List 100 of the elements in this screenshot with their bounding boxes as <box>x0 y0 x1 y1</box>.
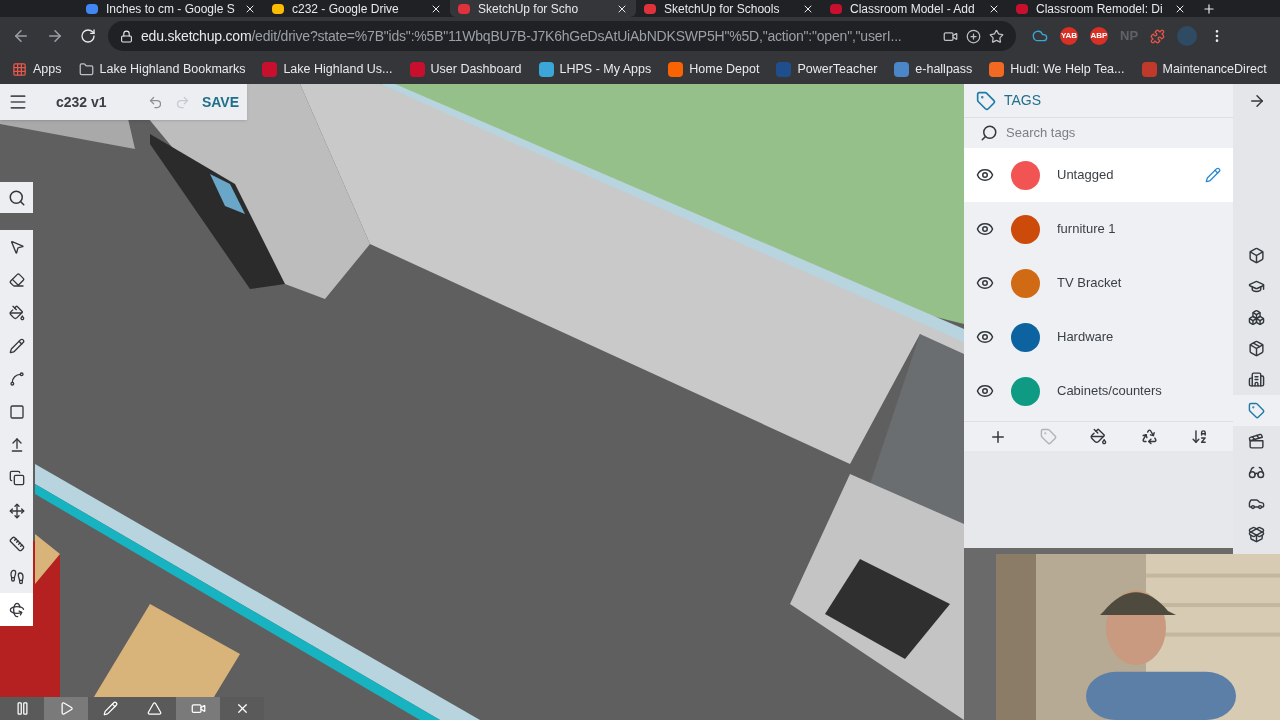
offset-icon <box>8 469 25 486</box>
cubes-icon <box>1248 309 1265 326</box>
apps-grid-icon <box>12 62 27 77</box>
paint-bucket-icon <box>8 304 25 321</box>
panel-tab[interactable] <box>1233 395 1280 426</box>
browser-tab[interactable]: SketchUp for Scho <box>450 0 636 17</box>
camera-button[interactable] <box>176 697 220 720</box>
cube-icon <box>1248 247 1265 264</box>
eye-icon[interactable] <box>976 274 994 292</box>
bookmark[interactable]: Hudl: We Help Tea... <box>989 60 1125 79</box>
pause-icon <box>14 701 30 716</box>
new-tab-icon[interactable] <box>1202 1 1216 16</box>
eye-icon[interactable] <box>976 328 994 346</box>
rectangle-icon <box>8 403 25 420</box>
tag-row[interactable]: TV Bracket <box>964 256 1233 310</box>
bookmark[interactable]: MaintenanceDirect <box>1141 60 1267 79</box>
eraser-icon <box>8 271 25 288</box>
tag-icon <box>1248 402 1265 419</box>
search-button[interactable] <box>0 182 33 213</box>
tag-name: Hardware <box>1057 328 1115 347</box>
save-button[interactable]: SAVE <box>201 91 239 113</box>
tag-name: Cabinets/counters <box>1057 382 1163 401</box>
building-icon <box>1248 371 1265 388</box>
folder-icon <box>78 62 94 77</box>
camera-icon <box>190 701 206 716</box>
tag-row[interactable]: furniture 1 <box>964 202 1233 256</box>
extension-icon[interactable]: ABP <box>1090 27 1108 45</box>
move-icon <box>8 502 25 519</box>
bookmark[interactable]: LHPS - My Apps <box>538 60 652 79</box>
clapperboard-icon <box>1248 433 1265 450</box>
extension-icon[interactable] <box>1150 28 1166 44</box>
bookmark[interactable]: Apps <box>12 60 62 79</box>
bookmark[interactable]: Home Depot <box>668 60 760 79</box>
file-title: c232 v1 <box>56 92 107 112</box>
arc-icon <box>8 370 25 387</box>
tag-name: furniture 1 <box>1057 220 1117 239</box>
tag-name: TV Bracket <box>1057 274 1123 293</box>
bookmark[interactable]: Lake Highland Us... <box>262 60 393 79</box>
tag-row[interactable]: Cabinets/counters <box>964 364 1233 418</box>
star-icon[interactable] <box>989 28 1004 44</box>
tool-button[interactable] <box>0 593 33 626</box>
pencil-icon <box>8 337 25 354</box>
browser-tab[interactable]: SketchUp for Schools <box>636 0 822 17</box>
paint-bucket-icon[interactable] <box>1090 428 1108 445</box>
undo-icon[interactable] <box>147 94 163 110</box>
bookmark[interactable]: User Dashboard <box>409 60 522 79</box>
color-swatch[interactable] <box>1011 160 1040 190</box>
eye-icon[interactable] <box>976 220 994 238</box>
browser-tab[interactable]: c232 - Google Drive <box>264 0 450 17</box>
browser-tab[interactable]: Inches to cm - Google S <box>78 0 264 17</box>
pencil-icon <box>102 701 118 716</box>
search-icon <box>980 124 998 142</box>
back-icon[interactable] <box>12 27 30 45</box>
box-icon <box>1248 340 1265 357</box>
forward-icon[interactable] <box>46 27 64 45</box>
add-icon[interactable] <box>966 28 981 44</box>
footprints-icon <box>8 568 25 585</box>
sort-icon[interactable] <box>1191 428 1209 445</box>
orbit-icon <box>8 601 25 618</box>
color-swatch[interactable] <box>1011 322 1040 352</box>
bookmark[interactable]: e-hallpass <box>894 60 973 79</box>
play-button[interactable] <box>44 697 88 720</box>
tab-title: Classroom Remodel: Di <box>1036 2 1164 15</box>
bookmark[interactable]: PowerTeacher <box>776 60 878 79</box>
extension-icon[interactable]: YAB <box>1060 27 1078 45</box>
tag-icon <box>976 90 996 111</box>
color-swatch[interactable] <box>1011 268 1040 298</box>
url-text: edu.sketchup.com/edit/drive?state=%7B"ids":%5B"11WbqBU7B-J7K6hGeDsAtUiAbNDKSWP5H"%5D,"action":"open","userI... <box>141 26 903 46</box>
browser-tab[interactable]: Classroom Remodel: Di <box>1008 0 1194 17</box>
panel-title: TAGS <box>1004 91 1042 110</box>
tab-title: SketchUp for Scho <box>478 2 580 15</box>
color-swatch[interactable] <box>1011 214 1040 244</box>
cloud-icon[interactable] <box>1032 28 1048 44</box>
color-swatch[interactable] <box>1011 376 1040 406</box>
tab-title: c232 - Google Drive <box>292 2 400 15</box>
eye-icon[interactable] <box>976 166 994 184</box>
play-icon <box>58 701 74 716</box>
package-icon <box>1248 526 1265 543</box>
glasses-icon <box>1248 464 1265 481</box>
browser-tab[interactable]: Classroom Model - Add <box>822 0 1008 17</box>
recycle-icon[interactable] <box>1140 428 1158 445</box>
eye-icon[interactable] <box>976 382 994 400</box>
menu-icon[interactable] <box>8 92 28 112</box>
search-field[interactable]: Search tags <box>1006 123 1217 143</box>
tag-row[interactable]: Untagged <box>964 148 1233 202</box>
bookmark[interactable]: Lake Highland Bookmarks <box>78 60 246 79</box>
search-icon <box>7 188 26 207</box>
graduation-cap-icon <box>1248 278 1265 295</box>
tab-title: SketchUp for Schools <box>664 2 781 15</box>
lock-icon <box>120 29 133 43</box>
tab-title: Inches to cm - Google S <box>106 2 236 15</box>
pencil-icon[interactable] <box>1205 167 1221 183</box>
triangle-icon <box>146 701 162 716</box>
tape-measure-icon <box>8 535 25 552</box>
pointer-icon <box>8 238 25 255</box>
reload-icon[interactable] <box>80 28 96 44</box>
tag-row[interactable]: Hardware <box>964 310 1233 364</box>
tag-name: Untagged <box>1057 166 1115 185</box>
tab-title: Classroom Model - Add <box>850 2 976 15</box>
address-bar[interactable]: edu.sketchup.com/edit/drive?state=%7B"ids":%5B"11WbqBU7B-J7K6hGeDsAtUiAbNDKSWP5H"%5D,"action":"open","userI... <box>108 21 1016 51</box>
